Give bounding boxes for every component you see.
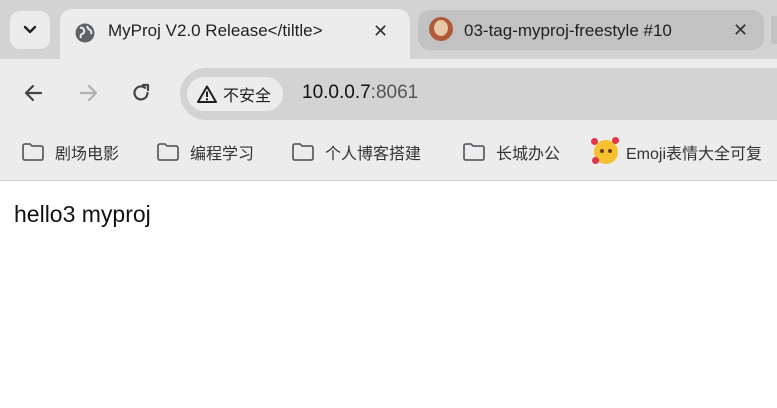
folder-icon — [292, 143, 314, 161]
bookmark-folder[interactable]: 个人博客搭建 — [291, 140, 421, 164]
security-indicator[interactable]: 不安全 — [187, 77, 284, 111]
tab-title: 03-tag-myproj-freestyle #10 — [464, 21, 672, 40]
bookmark-label: Emoji表情大全可复 — [626, 146, 763, 163]
folder-icon — [463, 143, 485, 161]
page-body-text: hello3 myproj — [14, 201, 151, 227]
tab-active[interactable]: MyProj V2.0 Release</tiltle> ✕ — [60, 9, 410, 59]
bookmark-link[interactable]: Emoji表情大全可复 — [591, 137, 763, 164]
tab-search-button[interactable] — [10, 11, 50, 49]
close-tab-icon[interactable]: ✕ — [373, 21, 388, 42]
page-content: hello3 myproj — [0, 182, 777, 408]
tab-title: MyProj V2.0 Release</tiltle> — [108, 21, 323, 40]
reload-icon — [133, 83, 150, 101]
emoji-icon — [591, 137, 619, 164]
tab-overflow-edge — [771, 16, 777, 44]
security-label: 不安全 — [223, 88, 272, 105]
bookmark-label: 编程学习 — [190, 146, 255, 163]
bookmark-label: 个人博客搭建 — [325, 146, 422, 163]
warning-icon — [197, 85, 217, 103]
bookmark-label: 长城办公 — [496, 146, 561, 163]
url-host: 10.0.0.7 — [302, 82, 371, 103]
url-text[interactable]: 10.0.0.7:8061 — [302, 82, 418, 104]
back-arrow-icon — [24, 84, 43, 102]
bookmark-folder[interactable]: 剧场电影 — [21, 140, 119, 164]
reload-button[interactable] — [127, 79, 155, 107]
toolbar: 不安全 10.0.0.7:8061 — [0, 59, 777, 129]
tab-strip: MyProj V2.0 Release</tiltle> ✕ 03-tag-my… — [0, 0, 777, 59]
address-bar[interactable]: 不安全 10.0.0.7:8061 — [180, 68, 777, 120]
globe-icon — [75, 23, 95, 43]
folder-icon — [157, 143, 179, 161]
bookmarks-bar: 剧场电影 编程学习 个人博客搭建 长城办公 Emoji表情大全可复 — [0, 129, 777, 181]
chevron-down-icon — [23, 25, 37, 34]
url-port: :8061 — [370, 82, 419, 103]
back-button[interactable] — [20, 79, 48, 107]
tab-inactive[interactable]: 03-tag-myproj-freestyle #10 ✕ — [418, 10, 764, 50]
bookmark-folder[interactable]: 长城办公 — [462, 140, 560, 164]
bookmark-label: 剧场电影 — [55, 146, 120, 163]
close-tab-icon[interactable]: ✕ — [733, 20, 748, 41]
bookmark-folder[interactable]: 编程学习 — [156, 140, 254, 164]
folder-icon — [22, 143, 44, 161]
forward-arrow-icon — [79, 84, 98, 102]
forward-button[interactable] — [74, 79, 102, 107]
jenkins-icon — [429, 17, 453, 41]
